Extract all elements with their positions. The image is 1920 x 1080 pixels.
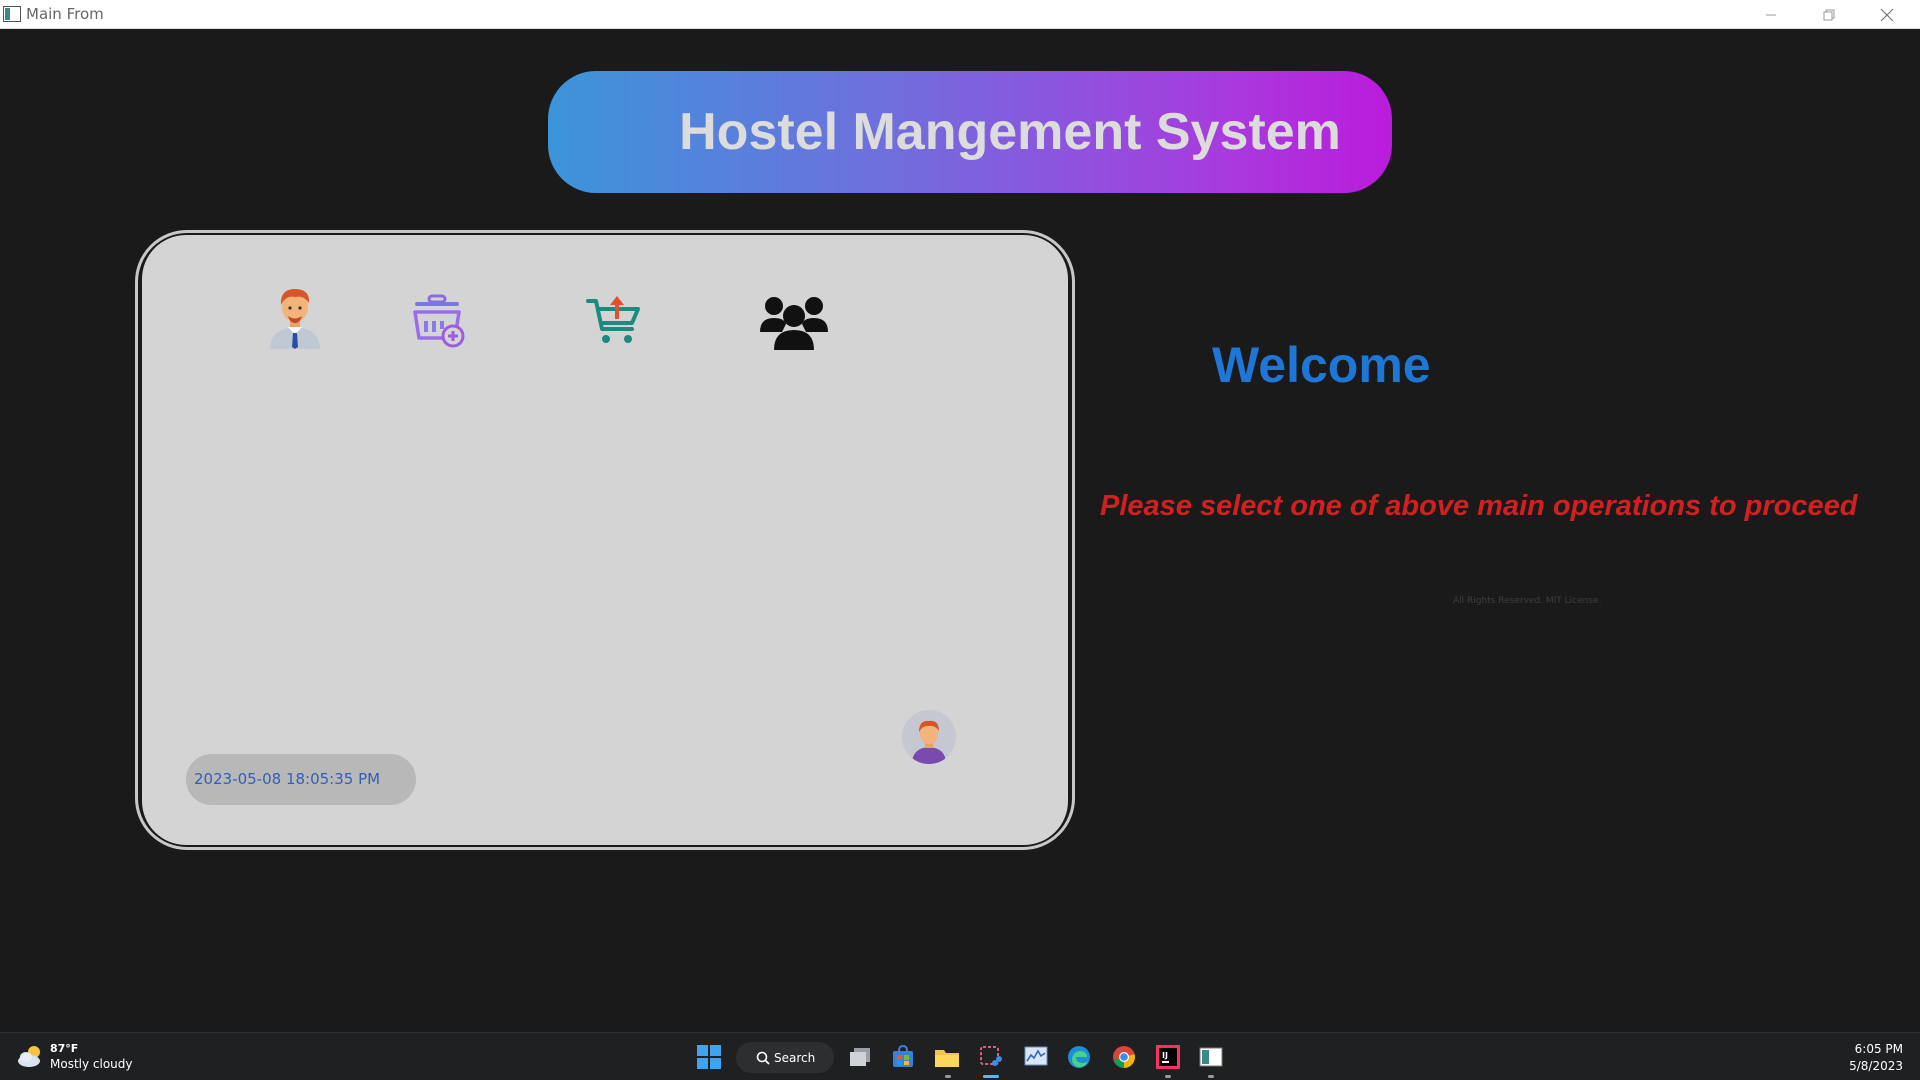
- snipping-tool-icon: [980, 1046, 1002, 1066]
- intellij-idea-icon: IJ: [1156, 1045, 1180, 1069]
- edge-browser-icon: [1068, 1046, 1090, 1068]
- running-app-button[interactable]: [1195, 1041, 1227, 1073]
- intellij-button[interactable]: IJ: [1152, 1041, 1184, 1073]
- edge-button[interactable]: [1063, 1041, 1095, 1073]
- close-button[interactable]: [1858, 0, 1916, 29]
- weather-cloud-icon[interactable]: [16, 1042, 46, 1070]
- welcome-heading: Welcome: [1212, 337, 1431, 393]
- restore-button[interactable]: [1800, 0, 1858, 29]
- windows-start-icon: [697, 1045, 721, 1069]
- chrome-browser-icon: [1113, 1046, 1135, 1068]
- minimize-icon: [1766, 14, 1776, 15]
- basket-add-icon[interactable]: [409, 294, 465, 348]
- folder-icon: [935, 1050, 959, 1067]
- store-button[interactable]: [887, 1041, 919, 1073]
- shopping-cart-icon[interactable]: [586, 295, 642, 347]
- snipping-tool-button[interactable]: [975, 1041, 1007, 1073]
- window-title: Main From: [26, 5, 104, 23]
- avatar-icon: [912, 720, 946, 764]
- performance-chart-icon: [1024, 1046, 1048, 1066]
- close-icon: [1880, 8, 1894, 21]
- weather-temperature[interactable]: 87°F: [50, 1042, 78, 1055]
- task-view-button[interactable]: [844, 1041, 876, 1073]
- snipping-active-indicator: [983, 1075, 999, 1078]
- java-app-window-icon: [1199, 1047, 1223, 1067]
- header-banner: Hostel Mangement System: [548, 71, 1392, 193]
- taskbar-search[interactable]: Search: [736, 1042, 834, 1073]
- employee-icon[interactable]: [266, 283, 324, 349]
- copyright-text: All Rights Reserved. MIT License.: [1453, 596, 1602, 606]
- clock-time[interactable]: 6:05 PM: [1855, 1042, 1903, 1056]
- svg-text:IJ: IJ: [1162, 1051, 1168, 1060]
- app-running-indicator: [1208, 1075, 1214, 1078]
- search-label: Search: [774, 1050, 816, 1065]
- intellij-running-indicator: [1165, 1075, 1171, 1078]
- minimize-button[interactable]: [1742, 0, 1800, 29]
- window-title-bar: Main From: [0, 0, 1920, 29]
- app-title: Hostel Mangement System: [679, 103, 1341, 161]
- file-explorer-button[interactable]: [931, 1041, 963, 1073]
- search-icon: [756, 1051, 770, 1065]
- user-avatar[interactable]: [902, 710, 956, 764]
- explorer-running-indicator: [945, 1075, 951, 1078]
- task-view-icon: [850, 1048, 870, 1066]
- performance-monitor-button[interactable]: [1020, 1041, 1052, 1073]
- datetime-text: 2023-05-08 18:05:35 PM: [194, 770, 381, 788]
- store-icon: [893, 1045, 913, 1067]
- restore-icon: [1823, 9, 1835, 20]
- chrome-button[interactable]: [1108, 1041, 1140, 1073]
- users-group-icon[interactable]: [760, 292, 828, 350]
- weather-description[interactable]: Mostly cloudy: [50, 1057, 133, 1071]
- instruction-text: Please select one of above main operatio…: [1100, 490, 1858, 522]
- app-window-icon: [3, 6, 21, 22]
- start-button[interactable]: [693, 1041, 725, 1073]
- taskbar: 87°F Mostly cloudy Search IJ 6:05 PM 5/8…: [0, 1032, 1920, 1080]
- datetime-display: 2023-05-08 18:05:35 PM: [186, 754, 416, 805]
- clock-date[interactable]: 5/8/2023: [1849, 1059, 1903, 1073]
